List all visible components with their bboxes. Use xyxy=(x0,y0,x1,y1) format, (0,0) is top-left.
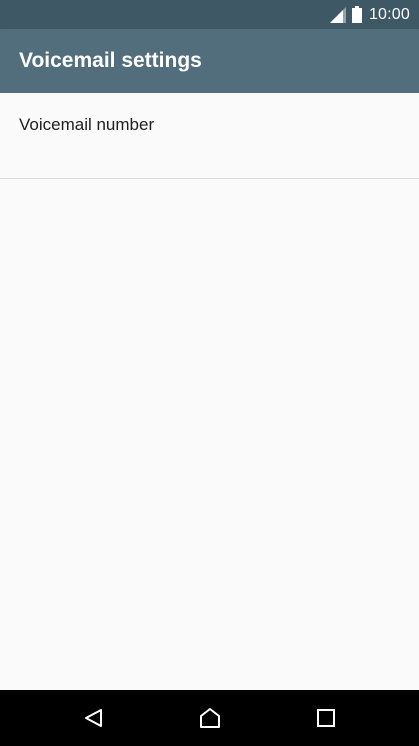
page-title: Voicemail settings xyxy=(19,49,202,72)
home-icon xyxy=(200,708,220,728)
home-button[interactable] xyxy=(180,690,240,746)
back-icon xyxy=(85,709,102,727)
voicemail-number-label: Voicemail number xyxy=(19,115,155,134)
settings-list: Voicemail number xyxy=(0,93,419,690)
clock: 10:00 xyxy=(368,5,410,23)
voicemail-number-item[interactable]: Voicemail number xyxy=(0,93,419,179)
recent-apps-icon xyxy=(317,709,335,727)
navigation-bar xyxy=(0,690,419,746)
back-button[interactable] xyxy=(64,690,124,746)
status-bar: 10:00 xyxy=(0,0,419,29)
signal-icon xyxy=(329,6,346,23)
status-icons: 10:00 xyxy=(329,0,410,29)
battery-icon xyxy=(351,6,362,23)
app-bar: Voicemail settings xyxy=(0,29,419,93)
recent-apps-button[interactable] xyxy=(296,690,356,746)
